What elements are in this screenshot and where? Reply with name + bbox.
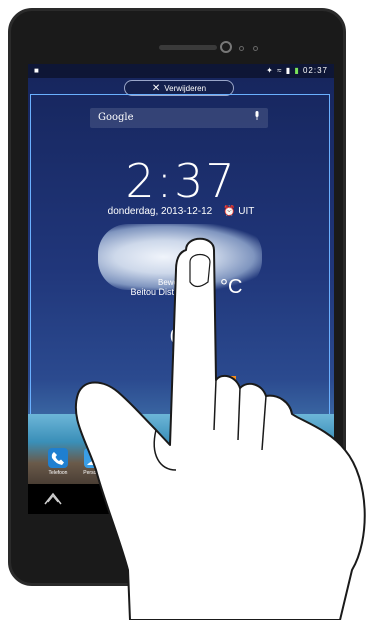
battery-icon: ▮ [294, 66, 300, 75]
dock-label-contacts: Personen [83, 470, 105, 476]
status-time: 02:37 [302, 66, 328, 75]
weather-location[interactable]: Beitou District [92, 287, 186, 297]
mail-label: mails [172, 351, 187, 357]
back-icon[interactable] [108, 490, 126, 508]
screenshot-icon: ■ [34, 66, 39, 75]
front-camera [220, 41, 232, 53]
mail-count[interactable]: 08 [170, 326, 192, 349]
search-label: Google [98, 112, 134, 123]
date-text: donderdag, 2013-12-12 [107, 206, 213, 217]
weather-condition: Bewolkt [157, 278, 186, 287]
mic-icon[interactable] [254, 111, 260, 121]
contacts-icon[interactable] [84, 448, 104, 468]
status-icons: ✦ ≈ ▮ ▮ 02:37 [266, 66, 328, 75]
close-icon: ✕ [151, 82, 161, 94]
remove-label: Verwijderen [164, 83, 207, 93]
light-sensor [239, 46, 244, 51]
signal-icon: ▮ [285, 66, 292, 75]
widget-accent-chip [228, 376, 236, 392]
wifi-icon: ≈ [277, 66, 283, 75]
alarm-icon: ⏰ [222, 206, 236, 217]
phone-icon[interactable] [48, 448, 68, 468]
proximity-sensor [253, 46, 258, 51]
date-line: donderdag, 2013-12-12 ⏰ UIT [28, 206, 334, 217]
cloud-icon [197, 283, 211, 293]
google-search-bar[interactable]: Google [90, 108, 268, 128]
navigation-bar [28, 484, 334, 514]
bluetooth-icon: ✦ [266, 66, 274, 75]
earpiece-speaker [159, 45, 217, 50]
app-dock: Telefoon Personen [28, 442, 334, 482]
dock-label-phone: Telefoon [48, 470, 68, 476]
status-bar: ■ ✦ ≈ ▮ ▮ 02:37 [28, 64, 334, 78]
clock-time[interactable]: 2:37 [28, 154, 334, 208]
home-icon[interactable] [44, 492, 62, 506]
home-screen: ■ ✦ ≈ ▮ ▮ 02:37 ✕ Verwijderen Google 2:3… [28, 64, 334, 514]
alarm-status: UIT [238, 206, 255, 217]
weather-temperature: °C [220, 276, 243, 298]
